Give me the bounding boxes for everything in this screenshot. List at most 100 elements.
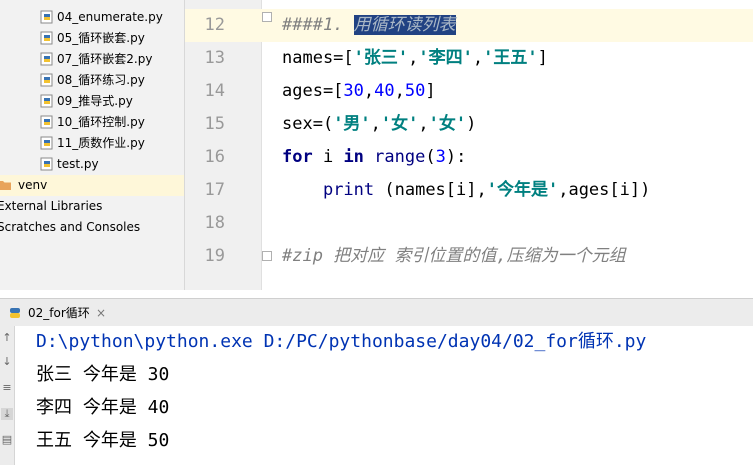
number-token: 50 [404, 81, 426, 101]
comment-prefix: ####1. [282, 15, 354, 35]
run-console[interactable]: D:\python\python.exe D:/PC/pythonbase/da… [15, 326, 753, 465]
close-icon[interactable]: × [96, 302, 106, 324]
number-token: 3 [435, 147, 446, 167]
console-output-line: 张三 今年是 30 [36, 364, 170, 385]
run-toolbar: ↑ ↓ ≡ ⤓ ▤ [0, 326, 15, 465]
string-token: '今年是' [486, 180, 559, 200]
python-file-icon [40, 31, 53, 45]
code-line-17[interactable]: 17 print (names[i],'今年是',ages[i]) [185, 174, 753, 207]
python-file-icon [40, 157, 53, 171]
code-token: , [418, 114, 429, 134]
python-file-icon [40, 115, 53, 129]
builtin-token: range [374, 147, 426, 167]
string-token: '李四' [418, 48, 473, 68]
code-text: for i in range(3): [282, 141, 466, 174]
code-token: i [312, 147, 344, 167]
tree-item-11-prime-homework[interactable]: 11_质数作业.py [0, 133, 184, 154]
console-command-line: D:\python\python.exe D:/PC/pythonbase/da… [36, 331, 647, 352]
code-token: , [472, 48, 484, 68]
code-line-12[interactable]: 12 ####1. 用循环读列表 [185, 9, 753, 42]
code-text: ####1. 用循环读列表 [282, 9, 456, 42]
tree-item-external-libraries[interactable]: External Libraries [0, 196, 184, 217]
python-run-icon [10, 308, 20, 318]
tree-item-label: venv [18, 178, 48, 192]
code-token: ) [466, 114, 477, 134]
code-token: , [370, 114, 381, 134]
string-token: '女' [428, 114, 467, 134]
line-number: 15 [204, 114, 225, 134]
code-token: ] [425, 81, 436, 101]
code-line-19[interactable]: 19 #zip 把对应 索引位置的值,压缩为一个元组 [185, 240, 753, 273]
line-number: 13 [204, 48, 225, 68]
tree-item-label: External Libraries [0, 199, 103, 213]
comment-token: #zip 把对应 索引位置的值,压缩为一个元组 [282, 246, 626, 266]
line-number: 18 [204, 213, 225, 233]
code-line-16[interactable]: 16 for i in range(3): [185, 141, 753, 174]
project-tree: 04_enumerate.py 05_循环嵌套.py 07_循环嵌套2.py 0… [0, 0, 185, 290]
python-file-icon [40, 94, 53, 108]
code-line-15[interactable]: 15 sex=('男','女','女') [185, 108, 753, 141]
code-token: ages=[ [282, 81, 344, 101]
code-text: names=['张三','李四','王五'] [282, 42, 548, 75]
code-token: ,ages[i]) [558, 180, 651, 200]
tree-item-04-enumerate[interactable]: 04_enumerate.py [0, 7, 184, 28]
arrow-up-icon[interactable]: ↑ [1, 332, 13, 344]
tree-item-label: 04_enumerate.py [57, 10, 163, 24]
tree-item-07-loop-nested-2[interactable]: 07_循环嵌套2.py [0, 49, 184, 70]
code-line-18[interactable]: 18 [185, 207, 753, 240]
tree-item-label: 07_循环嵌套2.py [57, 52, 153, 66]
folder-icon [0, 181, 11, 190]
string-token: '王五' [483, 48, 538, 68]
run-tab-bar: 02_for循环 × [0, 298, 753, 327]
selected-text: 用循环读列表 [353, 15, 456, 35]
python-file-icon [40, 136, 53, 150]
run-tab-label: 02_for循环 [28, 306, 90, 320]
soft-wrap-icon[interactable]: ≡ [1, 382, 13, 394]
console-output-line: 王五 今年是 50 [36, 430, 170, 451]
tree-item-venv[interactable]: venv [0, 175, 184, 196]
code-token: (names[i], [374, 180, 487, 200]
tree-item-label: Scratches and Consoles [0, 220, 141, 234]
code-line-13[interactable]: 13 names=['张三','李四','王五'] [185, 42, 753, 75]
code-token: ): [445, 147, 467, 167]
tree-item-05-loop-nested[interactable]: 05_循环嵌套.py [0, 28, 184, 49]
builtin-token: print [322, 180, 375, 200]
line-number: 12 [204, 15, 225, 35]
code-token: , [408, 48, 419, 68]
line-number: 19 [204, 246, 225, 266]
tree-item-09-comprehension[interactable]: 09_推导式.py [0, 91, 184, 112]
tree-item-label: 09_推导式.py [57, 94, 133, 108]
tree-item-10-loop-control[interactable]: 10_循环控制.py [0, 112, 184, 133]
string-token: '张三' [353, 48, 409, 68]
code-token: , [363, 81, 375, 101]
fold-marker-icon[interactable] [262, 251, 272, 261]
line-number: 16 [204, 147, 225, 167]
code-editor[interactable]: 12 ####1. 用循环读列表 13 names=['张三','李四','王五… [185, 0, 753, 290]
fold-marker-icon[interactable] [262, 12, 272, 22]
number-token: 30 [343, 81, 364, 101]
code-line-14[interactable]: 14 ages=[30,40,50] [185, 75, 753, 108]
code-token: sex=( [282, 114, 334, 134]
keyword-token: for [282, 147, 313, 167]
code-token: names=[ [282, 48, 354, 68]
code-token: ( [425, 147, 436, 167]
print-icon[interactable]: ▤ [1, 434, 13, 446]
code-token: ] [537, 48, 548, 68]
code-token: , [394, 81, 405, 101]
keyword-token: in [343, 147, 364, 167]
string-token: '女' [380, 114, 419, 134]
code-text: print (names[i],'今年是',ages[i]) [282, 174, 650, 207]
tree-item-label: 05_循环嵌套.py [57, 31, 145, 45]
tree-item-label: 11_质数作业.py [57, 136, 145, 150]
number-token: 40 [374, 81, 395, 101]
python-file-icon [40, 52, 53, 66]
tree-item-scratches-consoles[interactable]: Scratches and Consoles [0, 217, 184, 238]
tree-item-08-loop-practice[interactable]: 08_循环练习.py [0, 70, 184, 91]
console-output-line: 李四 今年是 40 [36, 397, 170, 418]
arrow-down-icon[interactable]: ↓ [1, 356, 13, 368]
scroll-to-end-icon[interactable]: ⤓ [1, 408, 13, 420]
tree-item-test[interactable]: test.py [0, 154, 184, 175]
python-file-icon [40, 73, 53, 87]
